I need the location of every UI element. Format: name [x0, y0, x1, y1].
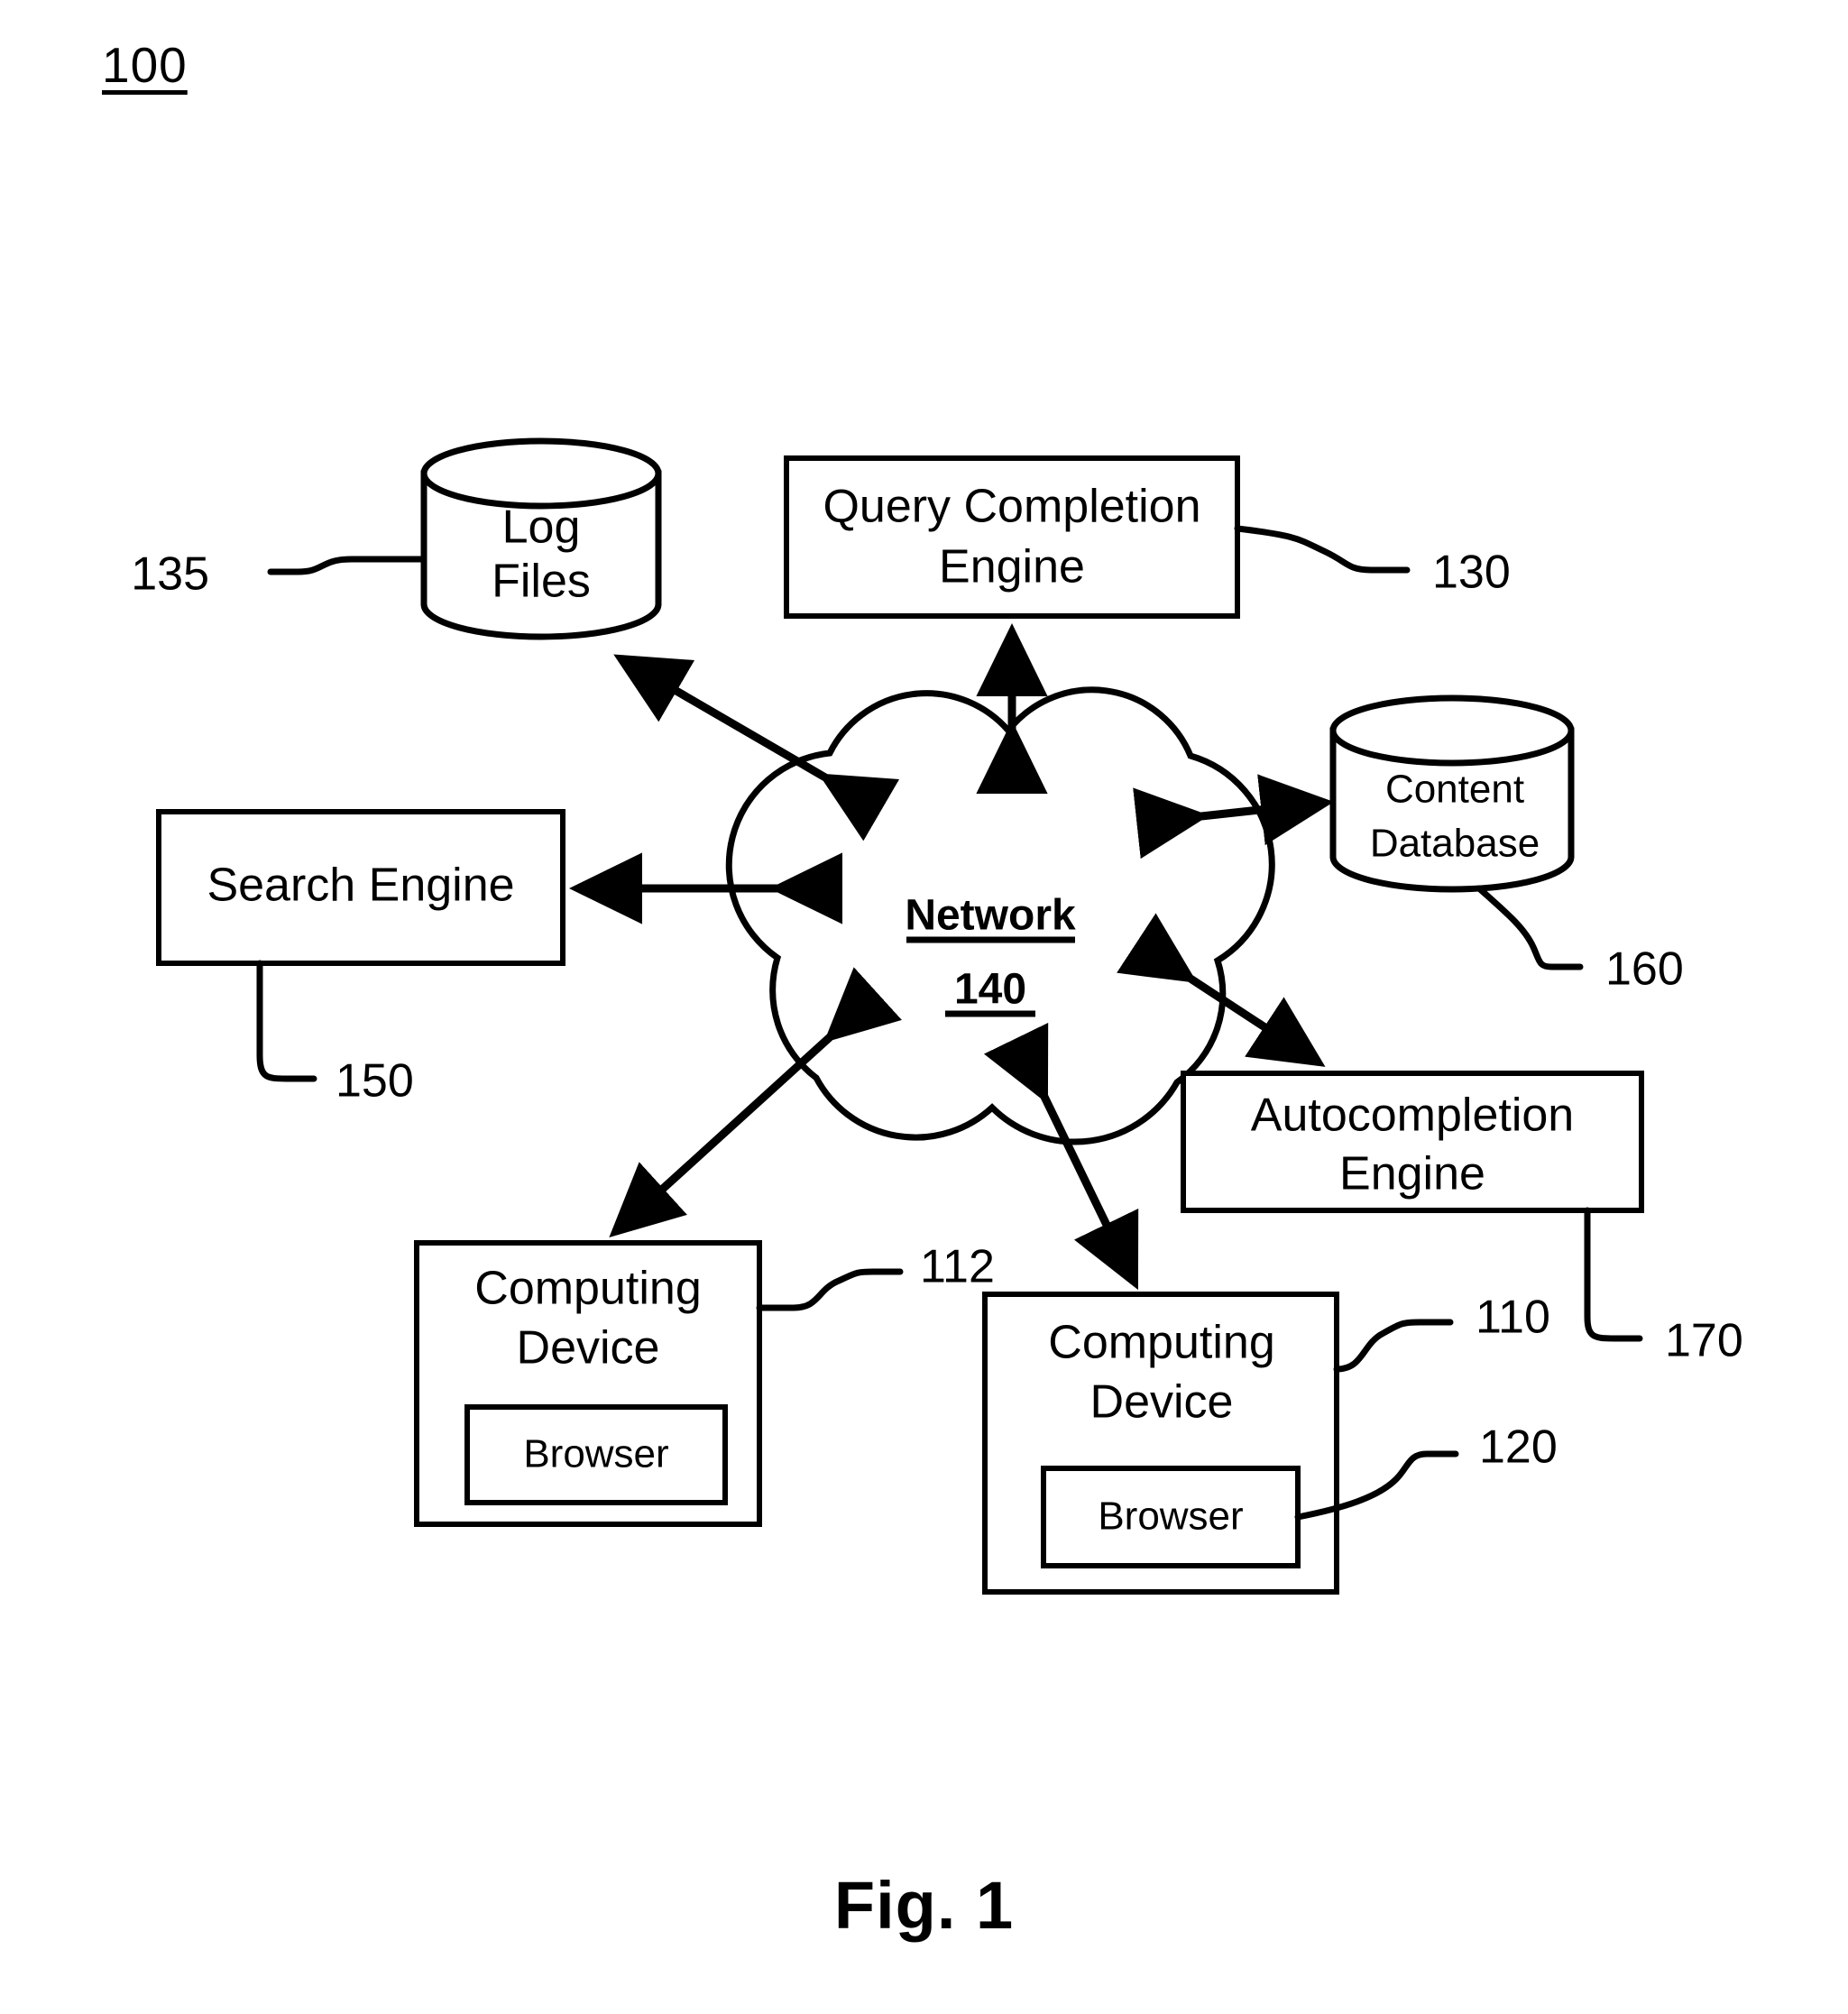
content-database-label-line2: Database: [1370, 822, 1540, 866]
autocompletion-engine-label-line1: Autocompletion: [1251, 1090, 1574, 1142]
computing-device-left-label-line2: Device: [517, 1322, 660, 1375]
ref-label-110: 110: [1476, 1292, 1550, 1344]
network-label: Network: [905, 892, 1076, 940]
log-files-label-line1: Log: [502, 501, 581, 554]
leader-line-112: [756, 1268, 904, 1311]
leader-line-160: [1476, 885, 1584, 970]
node-computing-device-left[interactable]: Computing Device Browser: [414, 1240, 762, 1527]
node-computing-device-right[interactable]: Computing Device Browser: [982, 1292, 1339, 1595]
query-completion-engine-label-line1: Query Completion: [823, 481, 1200, 533]
network-ref: 140: [954, 966, 1026, 1014]
leader-line-130: [1234, 525, 1411, 574]
search-engine-label: Search Engine: [207, 860, 514, 912]
node-content-database[interactable]: Content Database: [1329, 694, 1575, 893]
browser-box-right[interactable]: Browser: [1041, 1466, 1301, 1568]
ref-label-170: 170: [1665, 1315, 1743, 1367]
node-query-completion-engine[interactable]: Query Completion Engine: [784, 455, 1240, 619]
computing-device-left-label-line1: Computing: [474, 1263, 701, 1315]
leader-line-135: [267, 556, 428, 575]
ref-label-150: 150: [336, 1055, 414, 1108]
figure-caption: Fig. 1: [833, 1868, 1015, 1943]
ref-label-160: 160: [1605, 943, 1684, 996]
node-autocompletion-engine[interactable]: Autocompletion Engine: [1181, 1071, 1644, 1213]
computing-device-right-label-line2: Device: [1090, 1376, 1234, 1429]
connector-network-computing-device-left: [609, 967, 902, 1238]
patent-figure: 100 Network 140 Log Files 135 Query Comp…: [0, 0, 1848, 2014]
diagram-canvas: Network 140 Log Files 135 Query Completi…: [131, 437, 1743, 1595]
autocompletion-engine-label-line2: Engine: [1339, 1148, 1485, 1200]
connector-network-log-files: [613, 654, 900, 841]
browser-right-label: Browser: [1098, 1494, 1243, 1539]
leader-line-150: [256, 960, 317, 1082]
ref-label-112: 112: [920, 1241, 995, 1293]
browser-box-left[interactable]: Browser: [464, 1404, 728, 1505]
ref-label-120: 120: [1479, 1421, 1558, 1474]
node-search-engine[interactable]: Search Engine: [156, 809, 565, 966]
log-files-label-line2: Files: [492, 556, 591, 608]
computing-device-right-label-line1: Computing: [1048, 1317, 1274, 1369]
content-database-label-line1: Content: [1385, 768, 1524, 812]
browser-left-label: Browser: [523, 1432, 668, 1476]
ref-label-135: 135: [131, 548, 209, 601]
leader-line-170: [1584, 1207, 1643, 1342]
leader-line-110: [1333, 1319, 1454, 1373]
query-completion-engine-label-line2: Engine: [939, 541, 1085, 593]
ref-label-130: 130: [1432, 547, 1511, 599]
node-log-files[interactable]: Log Files: [420, 437, 662, 640]
